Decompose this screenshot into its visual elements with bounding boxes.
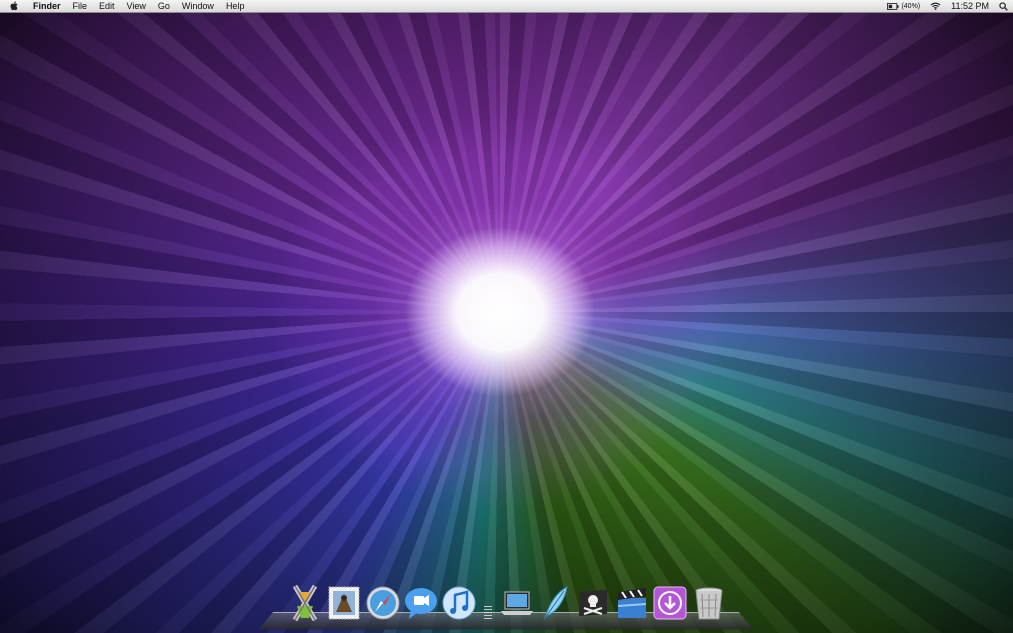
battery-status[interactable]: (40%) (882, 3, 925, 10)
safari-compass-icon[interactable] (365, 584, 401, 622)
ichat-video-icon[interactable] (403, 584, 439, 622)
menu-clock[interactable]: 11:52 PM (946, 1, 994, 11)
clapperboard-icon[interactable] (614, 584, 650, 622)
wallpaper-vignette (0, 0, 1013, 633)
wifi-icon (930, 2, 941, 10)
menu-window[interactable]: Window (176, 0, 220, 12)
mail-stamp-icon[interactable] (326, 584, 362, 622)
itunes-note-icon[interactable] (441, 584, 477, 622)
feather-icon[interactable] (537, 584, 573, 622)
dock-separator (484, 604, 492, 624)
battery-percent: (40%) (901, 2, 921, 10)
spotlight-search-icon[interactable] (994, 1, 1013, 11)
trash-icon[interactable] (691, 584, 727, 622)
battery-icon (887, 2, 900, 10)
wifi-status[interactable] (925, 2, 946, 10)
pirate-flag-icon[interactable] (575, 584, 611, 622)
menu-edit[interactable]: Edit (93, 0, 121, 12)
laptop-icon[interactable] (499, 584, 535, 622)
menu-help[interactable]: Help (220, 0, 251, 12)
menu-file[interactable]: File (67, 0, 94, 12)
menu-app-name[interactable]: Finder (33, 0, 67, 12)
apple-logo-icon[interactable] (10, 1, 21, 12)
menu-view[interactable]: View (121, 0, 152, 12)
menu-go[interactable]: Go (152, 0, 176, 12)
dock (0, 580, 1013, 633)
menu-bar: Finder File Edit View Go Window Help (40… (0, 0, 1013, 13)
x-app-icon[interactable] (287, 584, 323, 622)
download-arrow-icon[interactable] (652, 584, 688, 622)
